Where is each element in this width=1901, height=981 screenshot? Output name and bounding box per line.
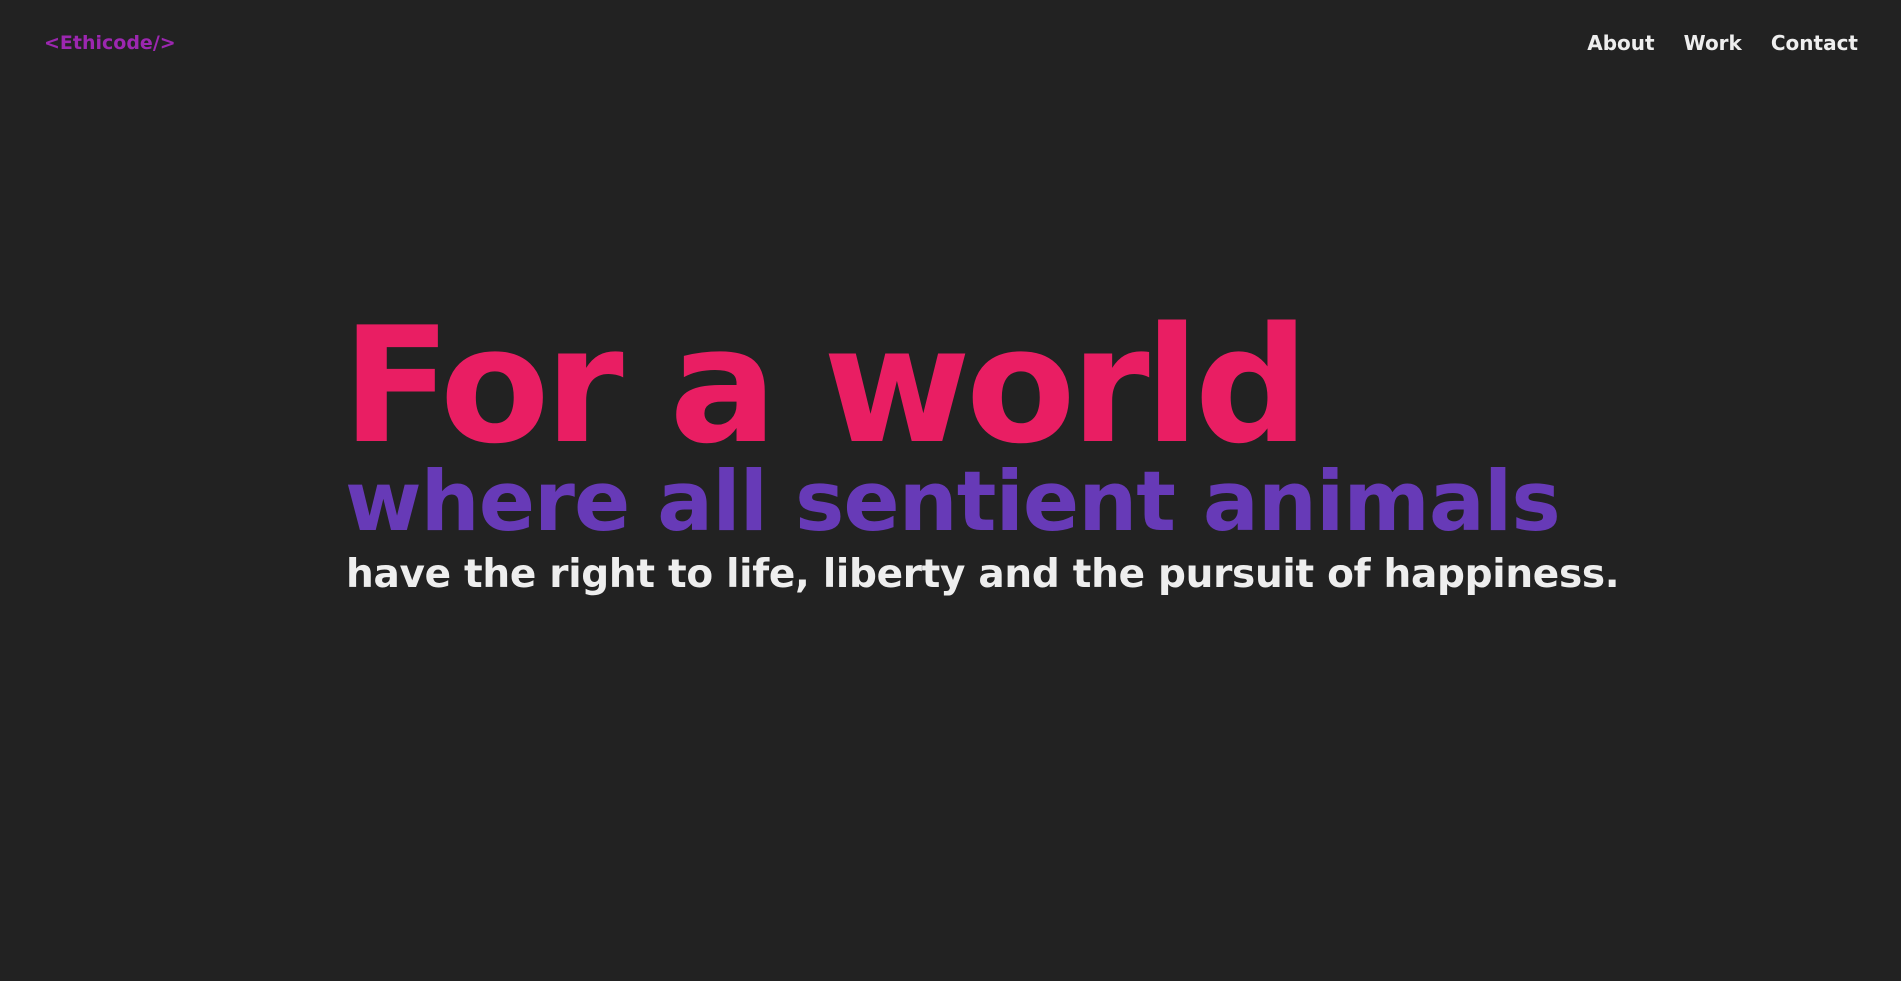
site-logo[interactable]: <Ethicode/>	[44, 30, 176, 56]
hero-section: For a world where all sentient animals h…	[342, 296, 1646, 600]
nav-link-work[interactable]: Work	[1684, 30, 1742, 56]
main-nav: About Work Contact	[1587, 30, 1858, 56]
hero-headline: For a world	[342, 292, 1309, 479]
hero-heading: For a world where all sentient animals	[342, 296, 1646, 550]
nav-link-contact[interactable]: Contact	[1771, 30, 1858, 56]
hero-subheadline: where all sentient animals	[345, 453, 1561, 550]
hero-tagline: have the right to life, liberty and the …	[346, 552, 1620, 597]
nav-link-about[interactable]: About	[1587, 30, 1654, 56]
page: <Ethicode/> About Work Contact For a wor…	[0, 0, 1901, 981]
